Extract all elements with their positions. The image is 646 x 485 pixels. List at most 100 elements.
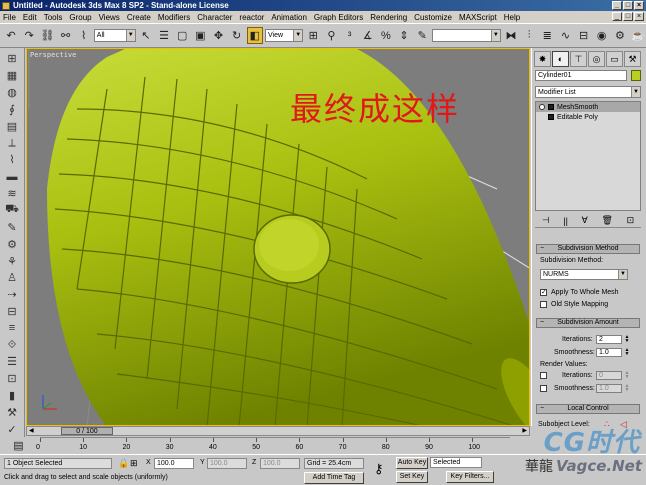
pivot-center-icon[interactable]: ⊞ xyxy=(305,27,321,44)
link-icon[interactable]: ⛓ xyxy=(39,27,55,44)
smoothness-spinner[interactable]: 1.0 xyxy=(596,348,622,357)
selection-filter-dropdown[interactable]: All ▼ xyxy=(93,29,136,42)
make-unique-icon[interactable]: ∀ xyxy=(582,215,588,226)
convex-icon[interactable]: ✓ xyxy=(3,422,21,436)
scale-icon[interactable]: ◧ xyxy=(246,27,263,44)
y-coordinate-field[interactable]: 100.0 xyxy=(207,458,247,469)
menu-item-customize[interactable]: Customize xyxy=(414,13,452,22)
auto-key-button[interactable]: Auto Key xyxy=(396,457,428,469)
render-setup-icon[interactable]: ⚙ xyxy=(612,27,628,44)
named-selection-dropdown[interactable]: ▼ xyxy=(432,29,501,42)
rope-modifier-icon[interactable]: ⟐ xyxy=(3,338,21,352)
time-slider[interactable]: ◀ 0 / 100 ▶ xyxy=(26,426,530,436)
track-bar[interactable]: ▤ 0 10 20 30 40 50 60 70 80 90 100 xyxy=(0,437,530,454)
reference-coord-dropdown[interactable]: View ▼ xyxy=(264,29,304,42)
motor-icon[interactable]: ⚙ xyxy=(3,237,21,251)
display-tab-icon[interactable]: ▭ xyxy=(606,51,623,67)
ragdoll-icon[interactable]: ♙ xyxy=(3,271,21,285)
select-by-name-icon[interactable]: ☰ xyxy=(156,27,172,44)
rotate-icon[interactable]: ↻ xyxy=(229,27,245,44)
render-iterations-spinner[interactable]: 0 xyxy=(596,371,622,380)
select-manipulate-icon[interactable]: ⚲ xyxy=(323,27,339,44)
modifier-list-dropdown[interactable]: Modifier List ▼ xyxy=(535,86,641,98)
iterations-spinner[interactable]: 2 xyxy=(596,335,622,344)
menu-item-maxscript[interactable]: MAXScript xyxy=(459,13,497,22)
render-smoothness-spinner[interactable]: 1.0 xyxy=(596,384,622,393)
spinner-arrows-icon[interactable]: ▲ ▼ xyxy=(624,348,630,357)
undo-icon[interactable]: ↶ xyxy=(3,27,19,44)
preview-icon[interactable]: ☰ xyxy=(3,355,21,369)
move-icon[interactable]: ✥ xyxy=(210,27,226,44)
menu-item-edit[interactable]: Edit xyxy=(23,13,37,22)
object-color-swatch[interactable] xyxy=(631,70,641,81)
spring-icon[interactable]: ⌇ xyxy=(3,153,21,167)
modify-tab-icon[interactable]: ◐ xyxy=(552,51,569,67)
hinge-icon[interactable]: ▬ xyxy=(3,170,21,184)
configure-sets-icon[interactable]: ⊡ xyxy=(627,215,635,226)
menu-item-animation[interactable]: Animation xyxy=(271,13,307,22)
rectangular-selection-icon[interactable]: ▢ xyxy=(174,27,190,44)
light-bulb-icon[interactable] xyxy=(539,104,545,110)
frame-ruler[interactable]: 0 10 20 30 40 50 60 70 80 90 100 xyxy=(36,437,510,453)
show-end-result-icon[interactable]: || xyxy=(563,216,568,226)
wind-icon[interactable]: ⚘ xyxy=(3,254,21,268)
pin-stack-icon[interactable]: ⊣ xyxy=(542,215,550,226)
motion-tab-icon[interactable]: ◎ xyxy=(588,51,605,67)
render-iterations-checkbox[interactable] xyxy=(540,372,547,379)
select-object-icon[interactable]: ↖ xyxy=(138,27,154,44)
object-name-field[interactable]: Cylinder01 xyxy=(535,70,627,81)
utilities-tab-icon[interactable]: ⚒ xyxy=(624,51,641,67)
apply-whole-mesh-checkbox[interactable]: ✓ xyxy=(540,289,547,296)
bind-space-warp-icon[interactable]: ⌇ xyxy=(76,27,92,44)
quick-render-icon[interactable]: ☕ xyxy=(630,27,646,44)
time-slider-knob[interactable]: 0 / 100 xyxy=(61,427,113,435)
menu-item-create[interactable]: Create xyxy=(127,13,151,22)
menu-item-rendering[interactable]: Rendering xyxy=(370,13,407,22)
set-key-button[interactable]: Set Key xyxy=(396,471,428,483)
key-mode-dropdown[interactable]: Selected xyxy=(430,457,482,468)
hierarchy-tab-icon[interactable]: ⊤ xyxy=(570,51,587,67)
x-coordinate-field[interactable]: 100.0 xyxy=(154,458,194,469)
named-selection-icon[interactable]: ✎ xyxy=(414,27,430,44)
material-editor-icon[interactable]: ◉ xyxy=(594,27,610,44)
menu-item-modifiers[interactable]: Modifiers xyxy=(158,13,190,22)
z-coordinate-field[interactable]: 100.0 xyxy=(260,458,300,469)
menu-item-file[interactable]: File xyxy=(3,13,16,22)
local-control-rollout[interactable]: − Local Control xyxy=(536,404,640,414)
stack-item-editable-poly[interactable]: Editable Poly xyxy=(536,112,640,122)
menu-item-tools[interactable]: Tools xyxy=(44,13,63,22)
expand-icon[interactable] xyxy=(548,114,554,120)
spinner-snap-icon[interactable]: ⇕ xyxy=(396,27,412,44)
angle-snap-icon[interactable]: ∡ xyxy=(360,27,376,44)
window-crossing-icon[interactable]: ▣ xyxy=(192,27,208,44)
property-editor-icon[interactable]: ⚒ xyxy=(3,406,21,420)
perspective-viewport[interactable]: Perspective 最终成这样 xyxy=(26,48,530,426)
viewport-label[interactable]: Perspective xyxy=(30,51,76,59)
add-time-tag-button[interactable]: Add Time Tag xyxy=(304,472,364,484)
render-smoothness-checkbox[interactable] xyxy=(540,385,547,392)
align-icon[interactable]: ⫶ xyxy=(521,27,537,44)
curve-editor-icon[interactable]: ∿ xyxy=(557,27,573,44)
deforming-mesh-icon[interactable]: ▤ xyxy=(3,119,21,133)
analyze-icon[interactable]: ⊡ xyxy=(3,372,21,386)
menu-item-views[interactable]: Views xyxy=(99,13,120,22)
maximize-button[interactable]: □ xyxy=(623,1,633,10)
spinner-arrows-icon[interactable]: ▲ ▼ xyxy=(624,384,630,393)
old-style-mapping-checkbox[interactable] xyxy=(540,301,547,308)
cloth-collection-icon[interactable]: ▦ xyxy=(3,69,21,83)
toy-car-icon[interactable]: ⛟ xyxy=(3,203,21,217)
create-animation-icon[interactable]: ▮ xyxy=(3,389,21,403)
unlink-icon[interactable]: ⚯ xyxy=(57,27,73,44)
lock-selection-icon[interactable]: 🔒 xyxy=(118,458,129,469)
stack-item-meshsmooth[interactable]: MeshSmooth xyxy=(536,102,640,112)
expand-icon[interactable] xyxy=(548,104,554,110)
fracture-icon[interactable]: ✎ xyxy=(3,220,21,234)
subdivision-method-dropdown[interactable]: NURMS ▼ xyxy=(540,269,628,280)
water-icon[interactable]: ≋ xyxy=(3,187,21,201)
percent-snap-icon[interactable]: % xyxy=(378,27,394,44)
rigid-body-icon[interactable]: ⊞ xyxy=(3,52,21,66)
menu-item-reactor[interactable]: reactor xyxy=(239,13,264,22)
prev-frame-icon[interactable]: ◀ xyxy=(29,427,34,435)
layer-manager-icon[interactable]: ≣ xyxy=(539,27,555,44)
spinner-arrows-icon[interactable]: ▲ ▼ xyxy=(624,335,630,344)
